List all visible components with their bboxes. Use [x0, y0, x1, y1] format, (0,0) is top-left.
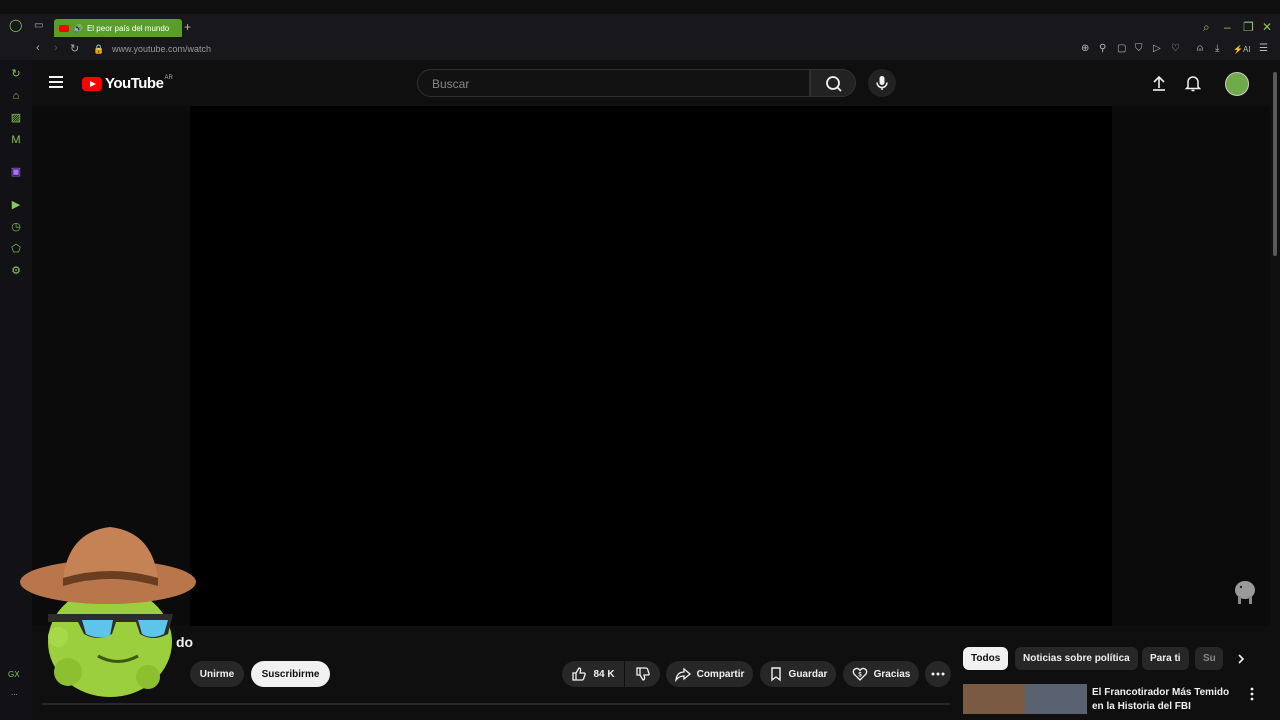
search-box	[417, 69, 810, 97]
maximize-icon[interactable]: ❐	[1243, 20, 1254, 34]
recommendation-title[interactable]: El Francotirador Más Temido en la Histor…	[1092, 686, 1242, 714]
thumbnail-right-image	[1025, 684, 1087, 714]
new-tab-icon[interactable]: +	[184, 20, 191, 34]
extensions-icon[interactable]: ⬠	[10, 243, 22, 255]
chevron-right-icon[interactable]	[1234, 652, 1248, 666]
browser-tab-bar: ◯ ▭ 🔊 El peor país del mundo + ⌕ – ❐ ✕	[0, 14, 1280, 40]
search-button[interactable]	[810, 69, 856, 97]
history-icon[interactable]: ◷	[10, 221, 22, 233]
like-button[interactable]: 84 K	[562, 661, 624, 687]
thumbs-down-icon	[635, 667, 650, 681]
region-code: AR	[164, 74, 173, 81]
chip-politica[interactable]: Noticias sobre política	[1015, 647, 1138, 670]
share-button[interactable]: Compartir	[666, 661, 753, 687]
notifications-icon[interactable]	[1183, 73, 1203, 93]
tab-menu-icon[interactable]: ▭	[34, 20, 43, 31]
tab-active[interactable]: 🔊 El peor país del mundo	[54, 19, 182, 37]
more-actions-button[interactable]	[925, 661, 951, 687]
chip-todos[interactable]: Todos	[963, 647, 1009, 670]
scrollbar-thumb[interactable]	[1273, 72, 1277, 256]
youtube-play-icon	[82, 76, 102, 91]
heart-icon[interactable]: ♡	[1171, 43, 1180, 54]
share-label: Compartir	[696, 668, 745, 680]
voice-search-button[interactable]	[868, 69, 896, 97]
ai-label: AI	[1242, 45, 1251, 54]
lock-icon[interactable]: 🔒	[93, 44, 104, 55]
twitch-icon[interactable]: ▣	[10, 166, 22, 178]
forward-icon[interactable]: ›	[54, 42, 58, 54]
video-player[interactable]	[190, 106, 1112, 626]
cowboy-mascot-overlay	[20, 527, 196, 697]
menu-icon[interactable]	[49, 76, 63, 88]
save-button[interactable]: Guardar	[760, 661, 836, 687]
join-label: Unirme	[199, 668, 235, 680]
upload-icon[interactable]	[1149, 73, 1169, 93]
address-bar: ‹ › ↻ 🔒 www.youtube.com/watch ⊕ ⚲ ▢ ⛉ ▷ …	[0, 40, 1280, 60]
super-thanks-icon: $	[852, 667, 867, 681]
opera-icon[interactable]: ◯	[9, 18, 22, 32]
profile-icon[interactable]: ⍝	[1197, 43, 1203, 54]
search-icon	[826, 76, 842, 92]
dog-sticker-icon	[1235, 581, 1255, 604]
join-button[interactable]: Unirme	[190, 661, 244, 687]
youtube-favicon-icon	[59, 24, 69, 32]
save-label: Guardar	[788, 668, 828, 680]
minimize-icon[interactable]: –	[1224, 20, 1231, 34]
url-field[interactable]: www.youtube.com/watch	[112, 44, 211, 54]
easy-setup-icon[interactable]: ☰	[1259, 43, 1268, 54]
settings-icon[interactable]: ⚙	[10, 265, 22, 277]
share-icon	[674, 667, 691, 682]
subscribe-button[interactable]: Suscribirme	[251, 661, 330, 687]
bookmark-icon	[770, 667, 781, 682]
cleaner-icon[interactable]: ▨	[10, 112, 22, 124]
more-icon[interactable]: ...	[11, 688, 18, 697]
thumbs-up-icon	[572, 667, 587, 681]
more-horizontal-icon	[931, 672, 945, 676]
more-vertical-icon[interactable]	[1248, 687, 1256, 701]
close-icon[interactable]: ✕	[1262, 20, 1272, 34]
shield-icon[interactable]: ⛉	[1135, 43, 1143, 54]
pin-icon[interactable]: ⚲	[1099, 43, 1106, 54]
subscribe-label: Suscribirme	[261, 668, 320, 680]
recommendation-thumbnail[interactable]	[963, 684, 1087, 714]
like-count: 84 K	[593, 668, 615, 680]
download-icon[interactable]: ⤓	[1215, 43, 1219, 54]
tab-title: El peor país del mundo	[86, 23, 170, 33]
thanks-button[interactable]: $ Gracias	[843, 661, 919, 687]
player-right-margin	[1112, 106, 1270, 626]
messenger-icon[interactable]: M	[10, 134, 22, 146]
search-input[interactable]	[430, 76, 794, 92]
dislike-button[interactable]	[625, 661, 660, 687]
gx-corner-icon[interactable]: ⌂	[10, 90, 22, 102]
thumbnail-left-image	[963, 684, 1025, 714]
avatar[interactable]	[1225, 72, 1249, 96]
youtube-header: YouTube AR	[32, 60, 1270, 106]
snapshot-icon[interactable]: ▢	[1117, 43, 1126, 54]
thanks-label: Gracias	[873, 668, 911, 680]
description-box-edge	[42, 703, 950, 705]
zoom-icon[interactable]: ⊕	[1081, 43, 1089, 54]
player-icon[interactable]: ▷	[1153, 43, 1161, 54]
gx-control-icon[interactable]: ↻	[10, 68, 22, 80]
chip-para-ti[interactable]: Para ti	[1142, 647, 1189, 670]
logo-text: YouTube	[105, 75, 164, 92]
youtube-logo[interactable]: YouTube AR	[82, 75, 173, 92]
microphone-icon	[876, 76, 888, 90]
speaker-icon[interactable]: 🔊	[73, 24, 83, 33]
back-icon[interactable]: ‹	[36, 42, 40, 54]
search-tabs-icon[interactable]: ⌕	[1203, 20, 1210, 35]
reload-icon[interactable]: ↻	[70, 42, 79, 55]
aria-ai-button[interactable]: ⚡AI	[1233, 45, 1251, 54]
chip-truncated[interactable]: Su	[1195, 647, 1223, 670]
player-sidebar-icon[interactable]: ▶	[10, 199, 22, 211]
